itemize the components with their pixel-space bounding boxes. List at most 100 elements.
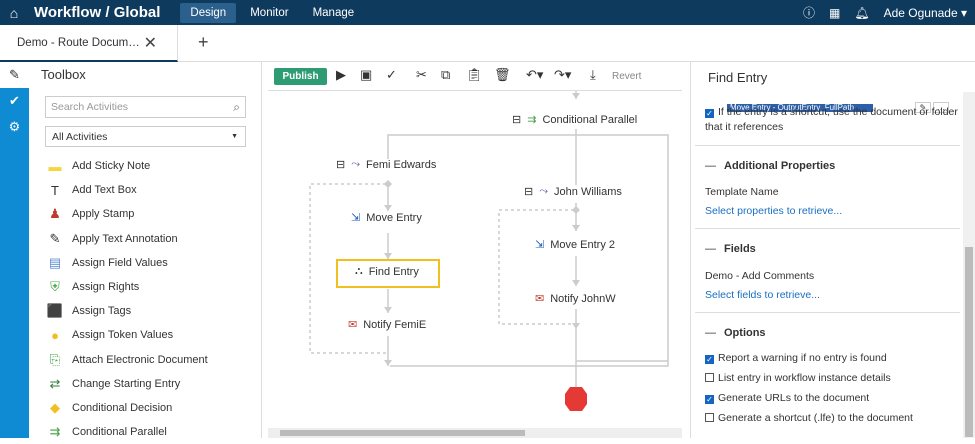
cut-icon[interactable]: ✂: [416, 67, 427, 83]
option-row[interactable]: List entry in workflow instance details: [705, 372, 891, 384]
pencil-icon[interactable]: ✎: [0, 62, 29, 88]
search-activities-input[interactable]: Search Activities ⌕: [45, 96, 246, 118]
activities-filter-select[interactable]: All Activities ▼: [45, 126, 246, 147]
toolbox-item[interactable]: ⇉ Conditional Parallel: [45, 420, 245, 444]
move-entry-2-node[interactable]: ⇲ Move Entry 2: [535, 238, 615, 252]
node-label: Find Entry: [368, 265, 419, 278]
main-nav: Design Monitor Manage: [180, 2, 368, 23]
toolbox-item[interactable]: ◆ Conditional Decision: [45, 396, 245, 420]
toolbox-item[interactable]: ▤ Assign Field Values: [45, 251, 245, 275]
top-bar: ⌂ Workflow / Global Design Monitor Manag…: [0, 0, 975, 25]
workflow-diagram: ⊟ ⇉ Conditional Parallel ⊟ ⤳ Femi Edwards ⇲ M…: [268, 90, 682, 428]
toolbox-item-label: Conditional Decision: [72, 401, 173, 414]
save-icon[interactable]: ▣: [360, 67, 372, 83]
move-entry-icon: ⇲: [351, 212, 361, 224]
redo-icon[interactable]: ↷▾: [554, 67, 571, 83]
toolbox-item[interactable]: ⇄ Change Starting Entry: [45, 372, 245, 396]
toolbox-item[interactable]: ● Assign Token Values: [45, 323, 245, 347]
toolbox-item[interactable]: ▬ Add Sticky Note: [45, 154, 245, 178]
nav-monitor[interactable]: Monitor: [240, 3, 298, 23]
publish-button[interactable]: Publish: [274, 68, 327, 85]
apps-grid-icon[interactable]: ▦: [829, 6, 840, 20]
select-fields-link[interactable]: Select fields to retrieve...: [705, 289, 820, 301]
nav-design[interactable]: Design: [180, 2, 237, 23]
validate-icon[interactable]: ✓: [386, 67, 397, 83]
stamp-icon: ♟: [49, 206, 61, 222]
toolbox-item-label: Add Sticky Note: [72, 160, 151, 173]
fields-template-label: Demo - Add Comments: [705, 270, 815, 282]
revert-button[interactable]: Revert: [612, 71, 641, 82]
option-label: Generate a shortcut (.lfe) to the docume…: [718, 412, 913, 424]
annotation-icon: ✎: [49, 230, 61, 246]
toolbox-item-label: Change Starting Entry: [72, 377, 181, 390]
section-title: Options: [724, 327, 766, 339]
settings-gears-icon[interactable]: ⚙: [0, 114, 29, 140]
properties-scrollbar[interactable]: [963, 92, 975, 438]
collapse-icon[interactable]: ⊟: [336, 158, 345, 171]
move-entry-node[interactable]: ⇲ Move Entry: [351, 211, 422, 225]
home-icon[interactable]: ⌂: [0, 5, 28, 21]
option-checkbox[interactable]: ✓: [705, 355, 714, 364]
properties-title: Find Entry: [708, 70, 768, 85]
option-label: Generate URLs to the document: [718, 392, 870, 404]
additional-properties-section[interactable]: Additional Properties: [705, 160, 835, 172]
option-row[interactable]: Generate a shortcut (.lfe) to the docume…: [705, 412, 913, 424]
notify-johnw-node[interactable]: ✉ Notify JohnW: [535, 292, 616, 306]
option-row[interactable]: ✓ Report a warning if no entry is found: [705, 352, 887, 364]
tab-demo-route[interactable]: Demo - Route Docum… ✕: [0, 25, 178, 62]
canvas-horizontal-scrollbar[interactable]: [268, 428, 682, 438]
option-row[interactable]: ✓ Generate URLs to the document: [705, 392, 869, 404]
undo-icon[interactable]: ↶▾: [526, 67, 543, 83]
close-icon[interactable]: ✕: [144, 33, 157, 53]
find-entry-node[interactable]: ⛬ Find Entry: [355, 265, 419, 278]
toolbox-item[interactable]: T Add Text Box: [45, 178, 245, 202]
fields-section[interactable]: Fields: [705, 243, 756, 255]
canvas-toolbar: Publish ▶ ▣ ✓ ✂ ⧉ 📋︎ 🗑︎ ↶▾ ↷▾ ⤓ Revert: [268, 62, 682, 90]
toolbox-item-label: Assign Rights: [72, 281, 140, 294]
parallel-icon: ⇉: [49, 424, 61, 440]
toolbox-item-label: Apply Stamp: [72, 208, 135, 221]
starting-entry-icon: ⇄: [49, 375, 61, 391]
shortcut-checkbox[interactable]: ✓: [705, 109, 714, 118]
download-icon[interactable]: ⤓: [590, 67, 596, 83]
shortcut-option[interactable]: ✓ If the entry is a shortcut, use the doc…: [705, 106, 958, 118]
toolbox-item[interactable]: ♟ Apply Stamp: [45, 202, 245, 226]
nav-manage[interactable]: Manage: [303, 3, 365, 23]
toolbox-item-label: Add Text Box: [72, 184, 137, 197]
scrollbar-thumb[interactable]: [280, 430, 525, 436]
select-properties-link[interactable]: Select properties to retrieve...: [705, 205, 842, 217]
toolbox-item[interactable]: ⬛ Assign Tags: [45, 299, 245, 323]
option-checkbox[interactable]: [705, 373, 714, 382]
top-right-controls: ⓘ ▦ 🔔︎ Ade Ogunade ▾: [803, 0, 967, 25]
user-name: Ade Ogunade: [883, 5, 958, 20]
run-icon[interactable]: ▶: [336, 67, 346, 83]
conditional-parallel-node[interactable]: ⊟ ⇉ Conditional Parallel: [512, 113, 637, 127]
divider: [695, 145, 960, 146]
delete-icon[interactable]: 🗑︎: [494, 67, 511, 83]
text-box-icon: T: [51, 182, 59, 198]
rights-icon: ⛨: [50, 279, 60, 295]
scrollbar-thumb[interactable]: [965, 247, 973, 437]
stop-icon[interactable]: [565, 387, 587, 411]
toolbox-item[interactable]: ⎘ Attach Electronic Document: [45, 348, 245, 372]
options-section[interactable]: Options: [705, 327, 766, 339]
tags-icon: ⬛: [46, 303, 64, 319]
info-icon[interactable]: ⓘ: [803, 4, 815, 21]
toolbox-item[interactable]: ⛨ Assign Rights: [45, 275, 245, 299]
checkmark-icon[interactable]: ✔: [0, 88, 29, 114]
option-checkbox[interactable]: ✓: [705, 395, 714, 404]
user-menu[interactable]: Ade Ogunade ▾: [884, 6, 967, 20]
notify-femie-node[interactable]: ✉ Notify FemiE: [348, 318, 426, 332]
toolbox-item[interactable]: ✎ Apply Text Annotation: [45, 227, 245, 251]
branch-femi-node[interactable]: ⊟ ⤳ Femi Edwards: [336, 158, 436, 171]
option-label: List entry in workflow instance details: [718, 372, 891, 384]
paste-icon[interactable]: 📋︎: [466, 67, 483, 83]
collapse-icon[interactable]: ⊟: [512, 113, 521, 126]
notification-bell-icon[interactable]: 🔔︎: [854, 6, 869, 20]
copy-icon[interactable]: ⧉: [441, 67, 450, 83]
add-tab-button[interactable]: +: [198, 32, 209, 53]
template-name-label: Template Name: [705, 186, 779, 198]
branch-john-node[interactable]: ⊟ ⤳ John Williams: [524, 185, 622, 198]
option-checkbox[interactable]: [705, 413, 714, 422]
collapse-icon[interactable]: ⊟: [524, 185, 533, 198]
